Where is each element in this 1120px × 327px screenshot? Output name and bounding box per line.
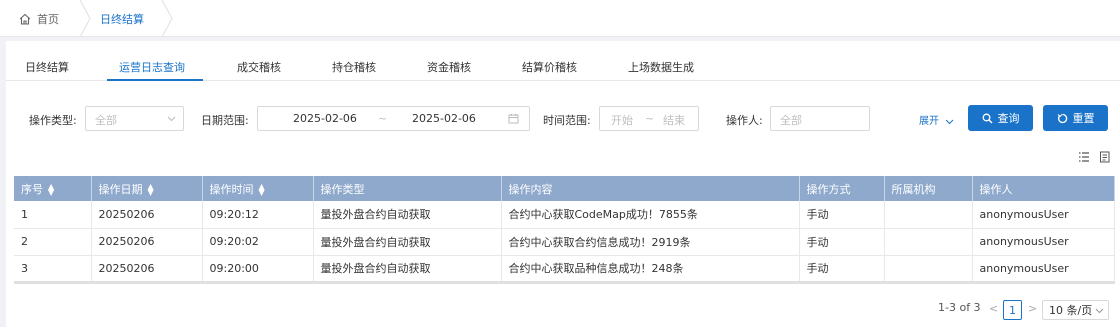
col-header-operator: 操作人 [972,176,1115,201]
pagination-summary: 1-3 of 3 [938,301,981,314]
breadcrumb-current-label: 日终结算 [100,12,144,26]
col-header-index[interactable]: 序号 ▲ ▼ [14,176,92,201]
search-button-label: 查询 [997,112,1020,125]
tab-daily-settlement[interactable]: 日终结算 [25,59,69,75]
chevron-right-icon [79,0,91,37]
tab-trade-audit[interactable]: 成交稽核 [237,59,281,75]
reset-button-label: 重置 [1072,112,1095,125]
operator-label: 操作人: [726,114,763,127]
reset-icon [1057,113,1067,123]
time-range-picker[interactable]: 开始 ~ 结束 [599,106,699,131]
tab-listing-data-gen[interactable]: 上场数据生成 [628,59,694,75]
column-settings-icon[interactable] [1078,151,1090,163]
tab-operation-log[interactable]: 运营日志查询 [119,59,185,75]
table-row[interactable]: 1 20250206 09:20:12 量投外盘合约自动获取 合约中心获取Cod… [14,201,1115,229]
active-tab-indicator [107,79,203,81]
col-header-op-content: 操作内容 [501,176,800,201]
sort-icon[interactable]: ▲ ▼ [148,182,154,196]
cell-op-content: 合约中心获取合约信息成功！2919条 [501,228,800,256]
expand-link[interactable]: 展开 [919,112,954,127]
next-page-icon[interactable]: > [1028,302,1037,315]
breadcrumb: 首页 日终结算 [0,0,1120,37]
cell-org [884,228,973,256]
date-range-label: 日期范围: [201,114,249,127]
cell-op-date: 20250206 [91,255,203,284]
operator-input[interactable]: 全部 [770,106,870,131]
table-header-row: 序号 ▲ ▼ 操作日期 ▲ ▼ 操作时间 ▲ ▼ 操作类型 操作内容 操作方式 所属机构 操… [14,176,1115,201]
date-range-picker[interactable]: 2025-02-06 ~ 2025-02-06 [257,106,530,131]
time-start-placeholder: 开始 [611,114,633,127]
op-type-label: 操作类型: [29,114,77,127]
col-header-org: 所属机构 [884,176,973,201]
sort-icon[interactable]: ▲ ▼ [48,182,54,196]
cell-op-date: 20250206 [91,228,203,256]
cell-op-content: 合约中心获取CodeMap成功！7855条 [501,201,800,229]
cell-index: 1 [14,201,92,229]
sort-icon[interactable]: ▲ ▼ [259,182,265,196]
breadcrumb-current[interactable]: 日终结算 [100,0,144,37]
col-header-op-time[interactable]: 操作时间 ▲ ▼ [202,176,314,201]
col-header-op-type: 操作类型 [313,176,502,201]
date-end-value: 2025-02-06 [412,112,476,125]
export-icon[interactable] [1099,151,1111,163]
tab-fund-audit[interactable]: 资金稽核 [427,59,471,75]
tab-position-audit[interactable]: 持仓稽核 [332,59,376,75]
page-size-value: 10 条/页 [1049,304,1093,317]
search-icon [982,113,992,123]
home-icon [19,13,31,25]
chevron-down-icon [945,119,954,124]
tab-bar: 日终结算 运营日志查询 成交稽核 持仓稽核 资金稽核 结算价稽核 上场数据生成 [6,57,1120,81]
chevron-down-icon [167,116,176,122]
operator-placeholder: 全部 [780,114,802,127]
time-separator: ~ [645,112,655,125]
operation-log-table: 序号 ▲ ▼ 操作日期 ▲ ▼ 操作时间 ▲ ▼ 操作类型 操作内容 操作方式 所属机构 操… [14,176,1115,284]
time-range-label: 时间范围: [543,114,591,127]
cell-op-time: 09:20:12 [202,201,314,229]
search-button[interactable]: 查询 [968,105,1033,131]
cell-operator: anonymousUser [972,201,1115,229]
table-row[interactable]: 2 20250206 09:20:02 量投外盘合约自动获取 合约中心获取合约信… [14,228,1115,256]
cell-op-method: 手动 [799,255,885,284]
cell-op-method: 手动 [799,228,885,256]
op-type-select[interactable]: 全部 [85,106,184,131]
calendar-icon [508,114,519,124]
date-separator: ~ [378,112,388,125]
reset-button[interactable]: 重置 [1043,105,1108,131]
cell-op-time: 09:20:00 [202,255,314,284]
cell-op-type: 量投外盘合约自动获取 [313,255,502,284]
time-end-placeholder: 结束 [663,114,685,127]
main-panel: 日终结算 运营日志查询 成交稽核 持仓稽核 资金稽核 结算价稽核 上场数据生成 … [6,41,1120,327]
page-number-current[interactable]: 1 [1003,300,1022,320]
cell-operator: anonymousUser [972,228,1115,256]
breadcrumb-home-label: 首页 [37,12,59,26]
cell-org [884,201,973,229]
chevron-down-icon [1095,308,1104,313]
date-start-value: 2025-02-06 [293,112,357,125]
cell-index: 3 [14,255,92,284]
cell-operator: anonymousUser [972,255,1115,284]
col-header-op-method: 操作方式 [799,176,885,201]
cell-index: 2 [14,228,92,256]
cell-op-content: 合约中心获取品种信息成功！248条 [501,255,800,284]
cell-op-type: 量投外盘合约自动获取 [313,228,502,256]
cell-org [884,255,973,284]
prev-page-icon[interactable]: < [989,302,998,315]
cell-op-date: 20250206 [91,201,203,229]
cell-op-method: 手动 [799,201,885,229]
op-type-value: 全部 [95,114,117,127]
page-size-select[interactable]: 10 条/页 [1042,300,1109,320]
cell-op-time: 09:20:02 [202,228,314,256]
breadcrumb-home[interactable]: 首页 [18,0,59,37]
chevron-right-icon [161,0,173,37]
cell-op-type: 量投外盘合约自动获取 [313,201,502,229]
col-header-op-date[interactable]: 操作日期 ▲ ▼ [91,176,203,201]
expand-label: 展开 [919,116,939,127]
table-row[interactable]: 3 20250206 09:20:00 量投外盘合约自动获取 合约中心获取品种信… [14,255,1115,284]
tab-settle-price-audit[interactable]: 结算价稽核 [522,59,577,75]
